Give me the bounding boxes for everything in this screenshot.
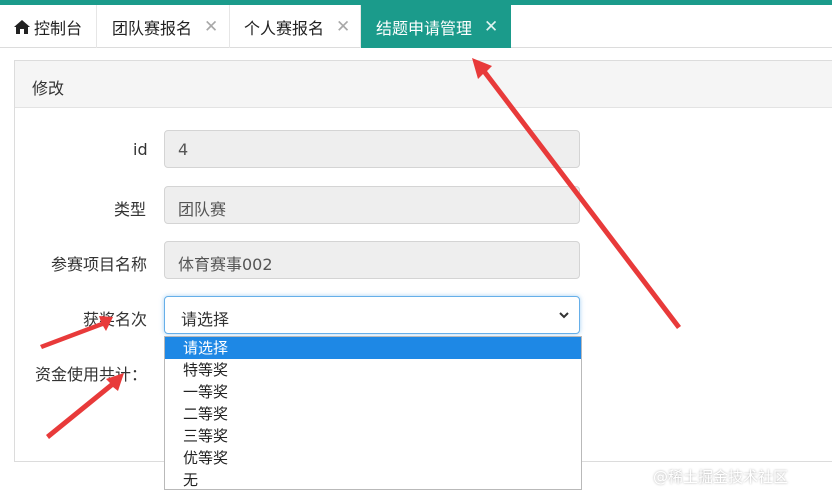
award-rank-selected-value: 请选择 [181,310,230,329]
tab-console-label: 控制台 [34,18,83,38]
tab-team-registration-label: 团队赛报名 [112,18,193,38]
tab-closing-application-management[interactable]: 结题申请管理 ✕ [361,5,511,48]
award-rank-select[interactable]: 请选择 [164,296,580,334]
award-rank-dropdown: 请选择 特等奖 一等奖 二等奖 三等奖 优等奖 无 [164,336,582,490]
id-label: id [133,140,148,159]
tab-closing-application-label: 结题申请管理 [376,18,473,38]
watermark: @稀土掘金技术社区 [653,468,789,486]
tab-console[interactable]: 控制台 [14,5,82,48]
project-name-label: 参赛项目名称 [51,255,148,274]
tab-individual-registration[interactable]: 个人赛报名 ✕ [244,5,350,48]
close-icon[interactable]: ✕ [336,17,350,37]
award-option[interactable]: 无 [165,469,581,489]
award-option[interactable]: 一等奖 [165,381,581,403]
type-field[interactable]: 团队赛 [164,186,580,224]
award-option[interactable]: 优等奖 [165,447,581,469]
award-option[interactable]: 三等奖 [165,425,581,447]
id-field[interactable]: 4 [164,130,580,168]
award-rank-label: 获奖名次 [83,310,148,329]
tab-individual-registration-label: 个人赛报名 [244,18,325,38]
award-option[interactable]: 特等奖 [165,359,581,381]
close-icon[interactable]: ✕ [484,17,498,37]
award-option[interactable]: 请选择 [165,337,581,359]
tab-team-registration[interactable]: 团队赛报名 ✕ [112,5,218,48]
tab-divider [229,5,230,48]
tab-divider [96,5,97,48]
panel-title: 修改 [32,79,65,98]
panel-header: 修改 [15,61,832,108]
type-label: 类型 [114,200,147,219]
home-icon [14,19,30,34]
chevron-down-icon [559,312,569,319]
funds-total-label: 资金使用共计： [35,365,148,384]
close-icon[interactable]: ✕ [204,17,218,37]
project-name-field[interactable]: 体育赛事002 [164,241,580,279]
award-option[interactable]: 二等奖 [165,403,581,425]
tab-bar: 控制台 团队赛报名 ✕ 个人赛报名 ✕ 结题申请管理 ✕ [0,0,832,48]
